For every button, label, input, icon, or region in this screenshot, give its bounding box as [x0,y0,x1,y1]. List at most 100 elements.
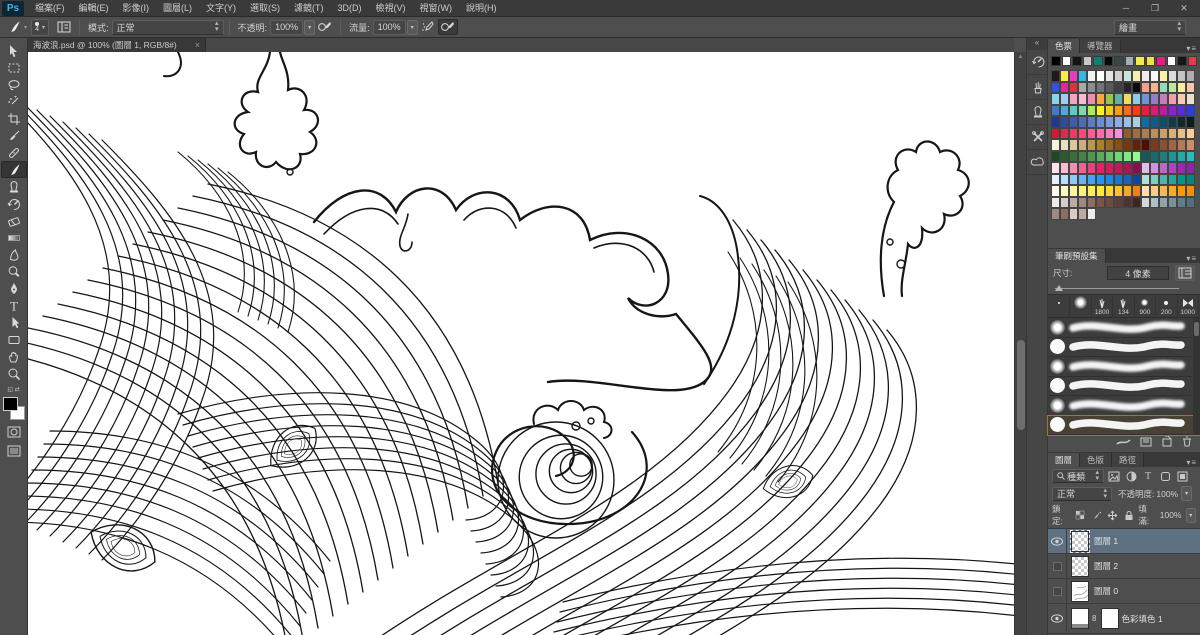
tab-swatches[interactable]: 色票 [1048,39,1080,53]
color-swatch[interactable] [1105,185,1114,197]
color-swatch[interactable] [1069,128,1078,140]
color-swatch[interactable] [1096,93,1105,105]
tool-preset-caret-icon[interactable]: ▾ [24,24,27,31]
color-swatch[interactable] [1078,70,1087,82]
color-swatch[interactable] [1114,197,1123,209]
color-swatch[interactable] [1078,105,1087,117]
color-swatch[interactable] [1123,185,1132,197]
flow-value[interactable]: 100% [373,20,406,35]
menu-item-10[interactable]: 說明(H) [459,0,504,16]
color-swatch[interactable] [1168,185,1177,197]
new-preset-icon[interactable] [1161,436,1173,447]
color-swatch[interactable] [1159,151,1168,163]
color-swatch[interactable] [1078,208,1087,220]
menu-item-2[interactable]: 影像(I) [116,0,157,16]
color-swatch[interactable] [1141,93,1150,105]
screen-mode-button[interactable] [1,443,27,459]
menu-item-8[interactable]: 檢視(V) [369,0,413,16]
dock-clone-source-button[interactable] [1027,100,1049,125]
color-swatch[interactable] [1105,174,1114,186]
color-swatch[interactable] [1060,185,1069,197]
layer-thumbnail[interactable] [1071,581,1089,602]
color-swatch[interactable] [1123,162,1132,174]
visibility-toggle[interactable] [1048,604,1067,633]
layer-name[interactable]: 圖層 0 [1094,585,1118,597]
recent-swatch[interactable] [1114,56,1124,66]
close-tab-icon[interactable]: × [195,40,200,50]
color-swatch[interactable] [1123,116,1132,128]
color-swatch[interactable] [1150,128,1159,140]
brush-stroke-preset[interactable] [1048,377,1200,397]
color-swatch[interactable] [1132,162,1141,174]
minimize-button[interactable]: ─ [1113,1,1139,15]
color-swatch[interactable] [1096,116,1105,128]
color-swatch[interactable] [1078,197,1087,209]
foreground-color-swatch[interactable] [3,397,18,411]
color-swatch[interactable] [1114,116,1123,128]
layer-row-1[interactable]: 圖層 2 [1048,554,1200,579]
filter-adjustment-icon[interactable] [1124,469,1138,483]
tab-brush-presets[interactable]: 筆刷預設集 [1048,249,1106,263]
color-swatch[interactable] [1186,105,1195,117]
tool-lasso[interactable] [1,76,27,93]
tool-spot-healing[interactable] [1,144,27,161]
color-swatch[interactable] [1177,82,1186,94]
color-swatch[interactable] [1186,174,1195,186]
color-swatch[interactable] [1168,197,1177,209]
color-swatch[interactable] [1168,151,1177,163]
tool-pen[interactable] [1,280,27,297]
color-swatch[interactable] [1186,185,1195,197]
color-swatch[interactable] [1168,93,1177,105]
color-swatch[interactable] [1150,116,1159,128]
color-swatch[interactable] [1150,70,1159,82]
color-swatch[interactable] [1078,128,1087,140]
brush-stroke-preset[interactable] [1048,318,1200,338]
fill-value[interactable]: 100% [1160,510,1182,520]
color-swatch[interactable] [1069,116,1078,128]
brush-stroke-preset[interactable] [1048,338,1200,358]
brush-preset-900[interactable]: 900 [1135,296,1156,318]
layer-thumbnail[interactable] [1071,556,1089,577]
quick-mask-button[interactable] [1,424,27,440]
color-swatch[interactable] [1177,197,1186,209]
color-swatch[interactable] [1150,197,1159,209]
color-swatch[interactable] [1114,128,1123,140]
color-swatch[interactable] [1060,197,1069,209]
color-swatch[interactable] [1132,70,1141,82]
color-swatch[interactable] [1168,128,1177,140]
color-swatch[interactable] [1069,197,1078,209]
color-swatch[interactable] [1141,139,1150,151]
color-swatch[interactable] [1069,174,1078,186]
color-swatch[interactable] [1186,116,1195,128]
color-swatch[interactable] [1132,93,1141,105]
color-swatch[interactable] [1096,151,1105,163]
color-swatch[interactable] [1069,105,1078,117]
color-swatch[interactable] [1132,151,1141,163]
color-swatch[interactable] [1087,151,1096,163]
color-swatch[interactable] [1087,128,1096,140]
color-swatch[interactable] [1105,128,1114,140]
preset-manager-icon[interactable] [1140,436,1152,447]
color-swatch[interactable] [1168,116,1177,128]
recent-swatch[interactable] [1156,56,1166,66]
color-swatch[interactable] [1123,197,1132,209]
brush-preset-tiny-dot[interactable] [1049,296,1070,318]
dock-brush-presets-button[interactable] [1027,75,1049,100]
color-swatch[interactable] [1087,197,1096,209]
tab-channels[interactable]: 色版 [1080,453,1112,467]
color-swatch[interactable] [1141,128,1150,140]
dock-history-button[interactable] [1027,50,1049,75]
color-swatch[interactable] [1168,70,1177,82]
layer-row-0[interactable]: 圖層 1 [1048,529,1200,554]
color-swatch[interactable] [1051,174,1060,186]
brush-preset-134[interactable]: 134 [1113,296,1134,318]
color-swatch[interactable] [1186,162,1195,174]
tab-paths[interactable]: 路徑 [1112,453,1144,467]
scroll-up-icon[interactable]: ▲ [1015,52,1026,60]
filter-image-icon[interactable] [1107,469,1121,483]
color-swatch[interactable] [1114,93,1123,105]
color-swatch[interactable] [1069,208,1078,220]
flow-dropdown-icon[interactable]: ▾ [407,20,418,35]
brush-stroke-preset[interactable] [1048,416,1200,436]
tool-zoom[interactable] [1,365,27,382]
